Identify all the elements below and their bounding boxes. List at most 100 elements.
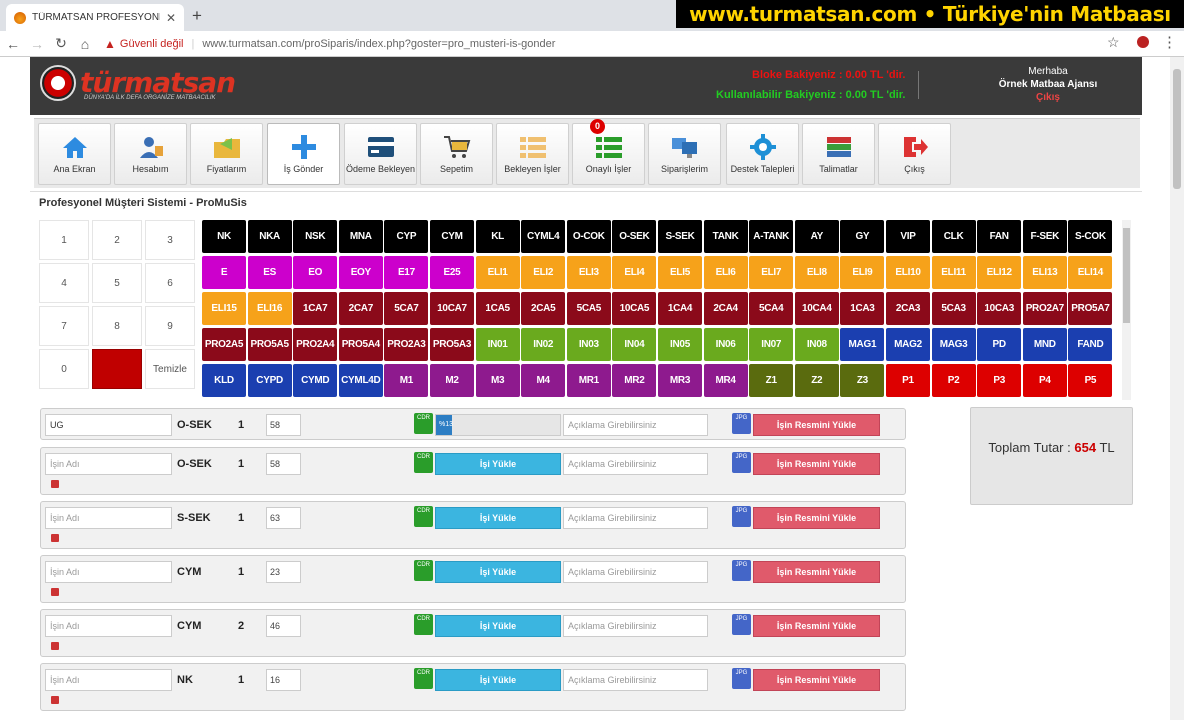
close-tab-icon[interactable]: ✕ [166,11,176,25]
description-input[interactable]: Açıklama Girebilirsiniz [563,453,708,475]
price-field[interactable]: 23 [266,561,301,583]
job-name-input[interactable]: İşin Adı [45,669,172,691]
product-code-eli9[interactable]: ELI9 [840,256,885,289]
nav-onaylı-i̇şler[interactable]: Onaylı İşler [572,123,645,185]
product-code-eli4[interactable]: ELI4 [612,256,657,289]
new-tab-icon[interactable]: + [192,6,202,26]
product-code-eli1[interactable]: ELI1 [475,256,520,289]
product-code-5ca3[interactable]: 5CA3 [931,292,976,325]
product-code-10ca4[interactable]: 10CA4 [794,292,839,325]
clear-key[interactable]: Temizle [145,349,195,389]
product-code-mnd[interactable]: MND [1022,328,1067,361]
product-code-1ca7[interactable]: 1CA7 [293,292,338,325]
trash-icon[interactable] [51,642,59,650]
product-code-1ca4[interactable]: 1CA4 [658,292,702,325]
product-code-eoy[interactable]: EOY [338,256,383,289]
product-code-eli13[interactable]: ELI13 [1022,256,1067,289]
product-code-eli11[interactable]: ELI11 [931,256,976,289]
product-code-1ca3[interactable]: 1CA3 [840,292,885,325]
product-code-eo[interactable]: EO [293,256,338,289]
product-code-mag1[interactable]: MAG1 [840,328,885,361]
product-code-nka[interactable]: NKA [247,220,292,253]
product-code-o-sek[interactable]: O-SEK [612,220,657,253]
keypad-key[interactable]: 6 [145,263,195,303]
product-code-mag3[interactable]: MAG3 [931,328,976,361]
product-code-cypd[interactable]: CYPD [247,364,292,397]
product-code-in03[interactable]: IN03 [566,328,611,361]
keypad-key[interactable]: 5 [92,263,142,303]
nav-fiyatlarım[interactable]: Fiyatlarım [190,123,263,185]
product-code-pro5a3[interactable]: PRO5A3 [430,328,474,361]
trash-icon[interactable] [51,480,59,488]
product-code-2ca5[interactable]: 2CA5 [521,292,566,325]
product-code-2ca4[interactable]: 2CA4 [703,292,748,325]
product-code-e25[interactable]: E25 [430,256,474,289]
product-code-clk[interactable]: CLK [931,220,976,253]
product-code-es[interactable]: ES [247,256,292,289]
product-code-eli8[interactable]: ELI8 [794,256,839,289]
menu-kebab-icon[interactable]: ⋮ [1162,33,1177,51]
product-code-kld[interactable]: KLD [202,364,246,397]
product-code-pro2a5[interactable]: PRO2A5 [202,328,246,361]
product-code-in01[interactable]: IN01 [475,328,520,361]
product-code-cyp[interactable]: CYP [384,220,429,253]
job-name-input[interactable]: UG [45,414,172,436]
product-code-z2[interactable]: Z2 [794,364,839,397]
product-code-p1[interactable]: P1 [886,364,930,397]
color-swatch[interactable] [92,349,142,389]
description-input[interactable]: Açıklama Girebilirsiniz [563,669,708,691]
product-code-nk[interactable]: NK [202,220,246,253]
product-code-1ca5[interactable]: 1CA5 [475,292,520,325]
product-code-mr1[interactable]: MR1 [566,364,611,397]
price-field[interactable]: 16 [266,669,301,691]
keypad-key[interactable]: 9 [145,306,195,346]
product-code-vip[interactable]: VIP [886,220,930,253]
product-code-fan[interactable]: FAN [977,220,1022,253]
nav-destek-talepleri[interactable]: Destek Talepleri [726,123,799,185]
nav-talimatlar[interactable]: Talimatlar [802,123,875,185]
product-code-in08[interactable]: IN08 [794,328,839,361]
product-code-2ca7[interactable]: 2CA7 [338,292,383,325]
product-code-eli7[interactable]: ELI7 [749,256,794,289]
product-code-m4[interactable]: M4 [521,364,566,397]
product-code-eli10[interactable]: ELI10 [886,256,930,289]
product-code-kl[interactable]: KL [475,220,520,253]
product-code-eli3[interactable]: ELI3 [566,256,611,289]
product-code-pro2a4[interactable]: PRO2A4 [293,328,338,361]
trash-icon[interactable] [51,588,59,596]
product-code-5ca7[interactable]: 5CA7 [384,292,429,325]
address-bar[interactable]: ▲ Güvenli değil | www.turmatsan.com/proS… [104,34,1134,54]
upload-image-button[interactable]: İşin Resmini Yükle [753,507,880,529]
logo[interactable]: türmatsan DÜNYA'DA İLK DEFA ORGANİZE MAT… [40,65,236,101]
product-code-e[interactable]: E [202,256,246,289]
nav-i̇ş-gönder[interactable]: İş Gönder [267,123,340,185]
product-code-in05[interactable]: IN05 [658,328,702,361]
product-code-pd[interactable]: PD [977,328,1022,361]
job-name-input[interactable]: İşin Adı [45,615,172,637]
job-name-input[interactable]: İşin Adı [45,507,172,529]
product-code-cyml4d[interactable]: CYML4D [338,364,383,397]
description-input[interactable]: Açıklama Girebilirsiniz [563,507,708,529]
product-code-s-sek[interactable]: S-SEK [658,220,702,253]
upload-image-button[interactable]: İşin Resmini Yükle [753,669,880,691]
bookmark-star-icon[interactable]: ☆ [1107,34,1120,51]
product-code-z1[interactable]: Z1 [749,364,794,397]
product-code-mr3[interactable]: MR3 [658,364,702,397]
nav-ödeme-bekleyen[interactable]: Ödeme Bekleyen [344,123,417,185]
nav-ana-ekran[interactable]: Ana Ekran [38,123,111,185]
job-name-input[interactable]: İşin Adı [45,561,172,583]
product-code-f-sek[interactable]: F-SEK [1022,220,1067,253]
product-code-o-cok[interactable]: O-COK [566,220,611,253]
product-code-cym[interactable]: CYM [430,220,474,253]
product-code-mag2[interactable]: MAG2 [886,328,930,361]
product-code-10ca7[interactable]: 10CA7 [430,292,474,325]
product-code-pro2a3[interactable]: PRO2A3 [384,328,429,361]
price-field[interactable]: 63 [266,507,301,529]
product-code-in06[interactable]: IN06 [703,328,748,361]
keypad-key[interactable]: 8 [92,306,142,346]
upload-job-button[interactable]: İşi Yükle [435,669,561,691]
product-code-pro5a4[interactable]: PRO5A4 [338,328,383,361]
keypad-key[interactable]: 0 [39,349,89,389]
product-code-gy[interactable]: GY [840,220,885,253]
upload-job-button[interactable]: İşi Yükle [435,561,561,583]
